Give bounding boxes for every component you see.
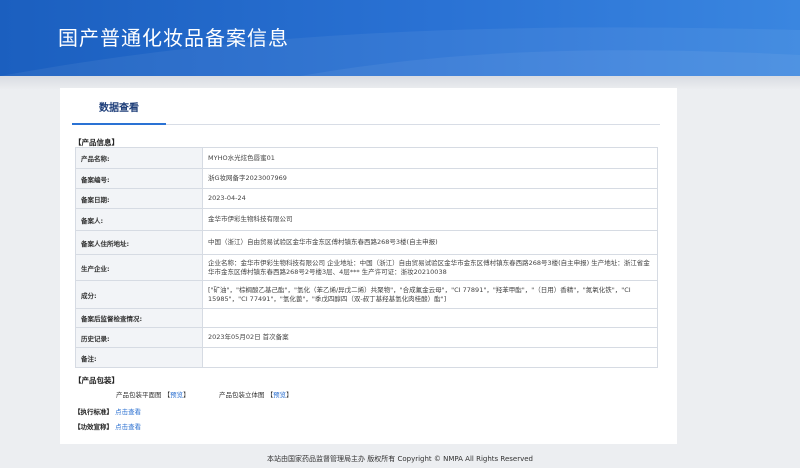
row-value: 浙G妆网备字2023007969 bbox=[202, 168, 658, 189]
packaging-stereo-row: 产品包装立体图 【预览】 bbox=[219, 391, 293, 399]
row-value: 金华市伊彩生物科技有限公司 bbox=[202, 208, 658, 231]
table-row: 历史记录: 2023年05月02日 首次备案 bbox=[75, 327, 658, 348]
standard-view-link[interactable]: 点击查看 bbox=[115, 408, 141, 416]
packaging-stereo-label: 产品包装立体图 bbox=[219, 391, 265, 399]
row-label: 备案后监督检查情况: bbox=[75, 308, 203, 328]
row-value: ["矿油"，"棕榈酸乙基己酯"，"氢化（苯乙烯/异戊二烯）共聚物"，"合成氟金云… bbox=[202, 280, 658, 309]
row-value: MYHO水光炫色唇蜜01 bbox=[202, 147, 658, 169]
table-row: 备案日期: 2023-04-24 bbox=[75, 188, 658, 209]
packaging-section-title: 【产品包装】 bbox=[74, 376, 119, 385]
row-label: 备注: bbox=[75, 347, 203, 368]
row-label: 备案日期: bbox=[75, 188, 203, 209]
efficacy-view-link[interactable]: 点击查看 bbox=[115, 423, 141, 431]
row-value: 中国（浙江）自由贸易试验区金华市金东区傅村镇东春西路268号3楼(自主申报) bbox=[202, 230, 658, 255]
table-row: 备案编号: 浙G妆网备字2023007969 bbox=[75, 168, 658, 189]
row-label: 生产企业: bbox=[75, 254, 203, 281]
row-value bbox=[202, 347, 658, 368]
table-row: 备案后监督检查情况: bbox=[75, 308, 658, 328]
standard-section-title: 【执行标准】 bbox=[74, 408, 113, 416]
tab-data-view[interactable]: 数据查看 bbox=[72, 100, 166, 125]
table-row: 备案人住所地址: 中国（浙江）自由贸易试验区金华市金东区傅村镇东春西路268号3… bbox=[75, 230, 658, 255]
product-info-table: 产品名称: MYHO水光炫色唇蜜01 备案编号: 浙G妆网备字202300796… bbox=[75, 147, 658, 368]
row-value: 2023年05月02日 首次备案 bbox=[202, 327, 658, 348]
packaging-stereo-preview-link[interactable]: 预览 bbox=[273, 391, 286, 399]
row-label: 备案人: bbox=[75, 208, 203, 231]
table-row: 生产企业: 企业名称：金华市伊彩生物科技有限公司 企业地址：中国（浙江）自由贸易… bbox=[75, 254, 658, 281]
table-row: 成分: ["矿油"，"棕榈酸乙基己酯"，"氢化（苯乙烯/异戊二烯）共聚物"，"合… bbox=[75, 280, 658, 309]
row-label: 产品名称: bbox=[75, 147, 203, 169]
packaging-flat-row: 产品包装平面图 【预览】 bbox=[116, 391, 190, 399]
row-label: 成分: bbox=[75, 280, 203, 309]
row-label: 历史记录: bbox=[75, 327, 203, 348]
efficacy-section-title: 【功效宣称】 bbox=[74, 423, 113, 431]
footer-copyright: 本站由国家药品监督管理局主办 版权所有 Copyright © NMPA All… bbox=[267, 455, 533, 463]
table-row: 备注: bbox=[75, 347, 658, 368]
efficacy-row: 【功效宣称】 点击查看 bbox=[74, 421, 141, 431]
tab-bar: 数据查看 bbox=[72, 100, 660, 125]
row-value: 企业名称：金华市伊彩生物科技有限公司 企业地址：中国（浙江）自由贸易试验区金华市… bbox=[202, 254, 658, 281]
content-card: 数据查看 【产品信息】 产品名称: MYHO水光炫色唇蜜01 备案编号: 浙G妆… bbox=[60, 88, 677, 444]
row-value bbox=[202, 308, 658, 328]
page-title: 国产普通化妆品备案信息 bbox=[58, 26, 289, 50]
row-label: 备案人住所地址: bbox=[75, 230, 203, 255]
table-row: 产品名称: MYHO水光炫色唇蜜01 bbox=[75, 147, 658, 169]
header-banner: 国产普通化妆品备案信息 bbox=[0, 0, 800, 76]
standard-row: 【执行标准】 点击查看 bbox=[74, 406, 141, 416]
packaging-flat-preview-link[interactable]: 预览 bbox=[170, 391, 183, 399]
packaging-flat-label: 产品包装平面图 bbox=[116, 391, 162, 399]
row-label: 备案编号: bbox=[75, 168, 203, 189]
table-row: 备案人: 金华市伊彩生物科技有限公司 bbox=[75, 208, 658, 231]
row-value: 2023-04-24 bbox=[202, 188, 658, 209]
